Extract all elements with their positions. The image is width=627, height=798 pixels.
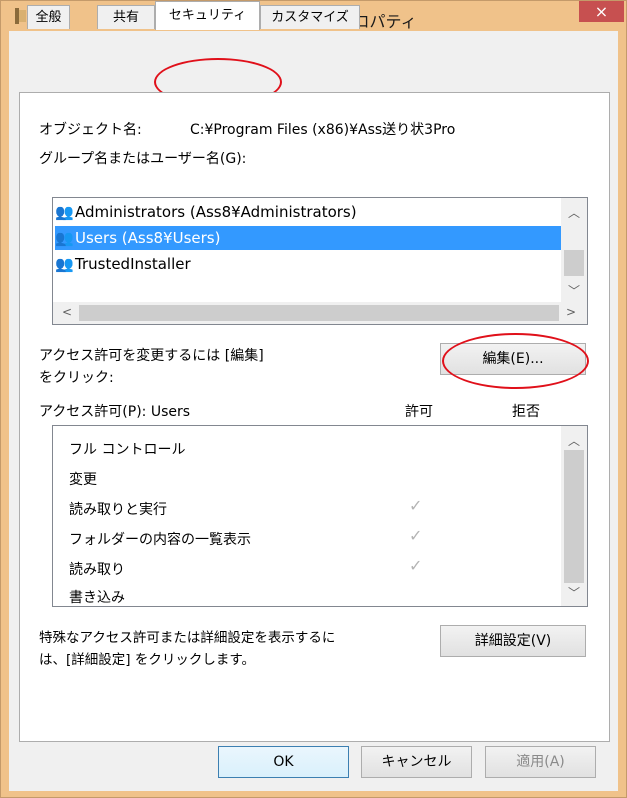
principals-list[interactable]: 👥Administrators (Ass8¥Administrators) 👥U… [52, 197, 588, 325]
allow-checkmark-icon: ✓ [409, 496, 423, 515]
close-button[interactable]: × [579, 1, 624, 22]
principals-vertical-scrollbar[interactable]: ︿ ﹀ [561, 198, 587, 302]
deny-column-header: 拒否 [512, 404, 540, 420]
users-group-icon: 👥 [55, 255, 74, 273]
principal-row-trustedinstaller[interactable]: 👥TrustedInstaller [55, 252, 561, 276]
scroll-right-arrow-icon[interactable]: > [561, 305, 581, 319]
scroll-thumb[interactable] [564, 450, 584, 583]
security-panel: オブジェクト名: C:¥Program Files (x86)¥Ass送り状3P… [19, 92, 610, 742]
allow-checkmark-icon: ✓ [409, 526, 423, 545]
scroll-down-arrow-icon[interactable]: ﹀ [564, 282, 584, 299]
scroll-up-arrow-icon[interactable]: ︿ [564, 432, 584, 449]
permissions-vertical-scrollbar[interactable]: ︿ ﹀ [561, 426, 587, 606]
apply-button[interactable]: 適用(A) [485, 746, 596, 778]
group-label: グループ名またはユーザー名(G): [39, 151, 247, 167]
tab-customize[interactable]: カスタマイズ [260, 5, 360, 29]
principal-row-users[interactable]: 👥Users (Ass8¥Users) [55, 226, 561, 250]
ok-button[interactable]: OK [218, 746, 349, 778]
allow-column-header: 許可 [405, 404, 433, 420]
permission-read: 読み取り [69, 562, 125, 578]
object-name-label: オブジェクト名: [39, 122, 142, 138]
edit-hint-line1: アクセス許可を変更するには [編集] [39, 348, 264, 364]
users-group-icon: 👥 [55, 229, 74, 247]
permission-write: 書き込み [69, 590, 125, 606]
edit-button[interactable]: 編集(E)... [440, 343, 586, 375]
cancel-button[interactable]: キャンセル [361, 746, 472, 778]
scroll-down-arrow-icon[interactable]: ﹀ [564, 584, 584, 601]
principal-name: TrustedInstaller [75, 255, 191, 273]
principal-row-administrators[interactable]: 👥Administrators (Ass8¥Administrators) [55, 200, 561, 224]
tab-sharing[interactable]: 共有 [97, 5, 155, 29]
horizontal-scroll-thumb[interactable] [79, 305, 559, 321]
users-group-icon: 👥 [55, 203, 74, 221]
tab-security[interactable]: セキュリティ [155, 1, 260, 30]
edit-hint-line2: をクリック: [39, 370, 114, 386]
advanced-hint-line2: は、[詳細設定] をクリックします。 [39, 652, 255, 668]
advanced-hint-line1: 特殊なアクセス許可または詳細設定を表示するに [39, 630, 336, 646]
scroll-up-arrow-icon[interactable]: ︿ [564, 204, 584, 221]
permission-read-execute: 読み取りと実行 [69, 502, 167, 518]
properties-window: Ass送り状3Proのプロパティ × 全般 共有 セキュリティ カスタマイズ オ… [0, 0, 627, 798]
principals-horizontal-scrollbar[interactable]: < > [53, 302, 587, 324]
principal-name: Users (Ass8¥Users) [75, 229, 221, 247]
object-name-value: C:¥Program Files (x86)¥Ass送り状3Pro [190, 122, 456, 138]
permission-list-folder: フォルダーの内容の一覧表示 [69, 532, 251, 548]
allow-checkmark-icon: ✓ [409, 556, 423, 575]
scroll-left-arrow-icon[interactable]: < [57, 305, 77, 319]
advanced-button[interactable]: 詳細設定(V) [440, 625, 586, 657]
scroll-thumb[interactable] [564, 250, 584, 276]
permission-modify: 変更 [69, 472, 97, 488]
permissions-list[interactable]: フル コントロール 変更 読み取りと実行 フォルダーの内容の一覧表示 読み取り … [52, 425, 588, 607]
principal-name: Administrators (Ass8¥Administrators) [75, 203, 357, 221]
tab-general[interactable]: 全般 [27, 5, 70, 29]
permissions-label: アクセス許可(P): Users [39, 404, 191, 420]
permission-full-control: フル コントロール [69, 442, 186, 458]
